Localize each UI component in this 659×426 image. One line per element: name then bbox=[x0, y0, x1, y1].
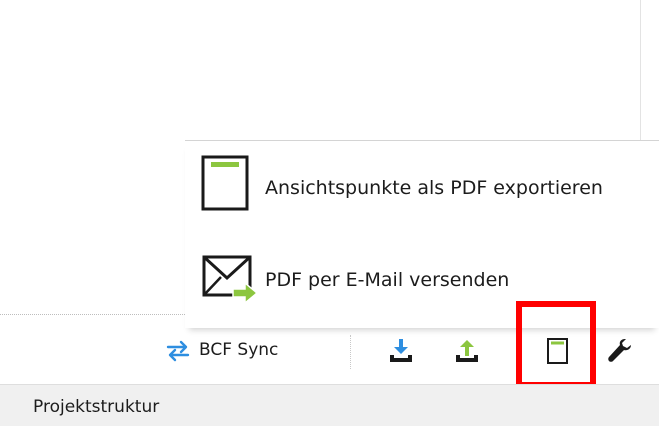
email-send-icon bbox=[201, 245, 263, 313]
wrench-icon bbox=[603, 335, 635, 367]
project-structure-header[interactable]: Projektstruktur bbox=[0, 384, 659, 426]
divider-dotted bbox=[0, 314, 185, 315]
upload-icon bbox=[451, 335, 483, 367]
settings-button[interactable] bbox=[603, 335, 635, 367]
project-structure-title: Projektstruktur bbox=[33, 397, 160, 417]
sync-arrows-icon bbox=[165, 340, 191, 366]
menu-item-export-viewpoints-pdf[interactable]: Ansichtspunkte als PDF exportieren bbox=[185, 155, 659, 225]
panel-border-line bbox=[640, 0, 641, 140]
menu-item-label: PDF per E-Mail versenden bbox=[265, 269, 510, 291]
pdf-document-icon bbox=[201, 155, 249, 215]
download-icon bbox=[385, 335, 417, 367]
download-button[interactable] bbox=[385, 335, 417, 367]
menu-item-label: Ansichtspunkte als PDF exportieren bbox=[265, 177, 603, 199]
toolbar-separator bbox=[350, 335, 351, 369]
upload-button[interactable] bbox=[451, 335, 483, 367]
bcf-sync-label: BCF Sync bbox=[199, 340, 279, 360]
export-dropdown-menu: Ansichtspunkte als PDF exportieren PDF p… bbox=[185, 140, 659, 328]
highlight-box bbox=[516, 301, 596, 388]
